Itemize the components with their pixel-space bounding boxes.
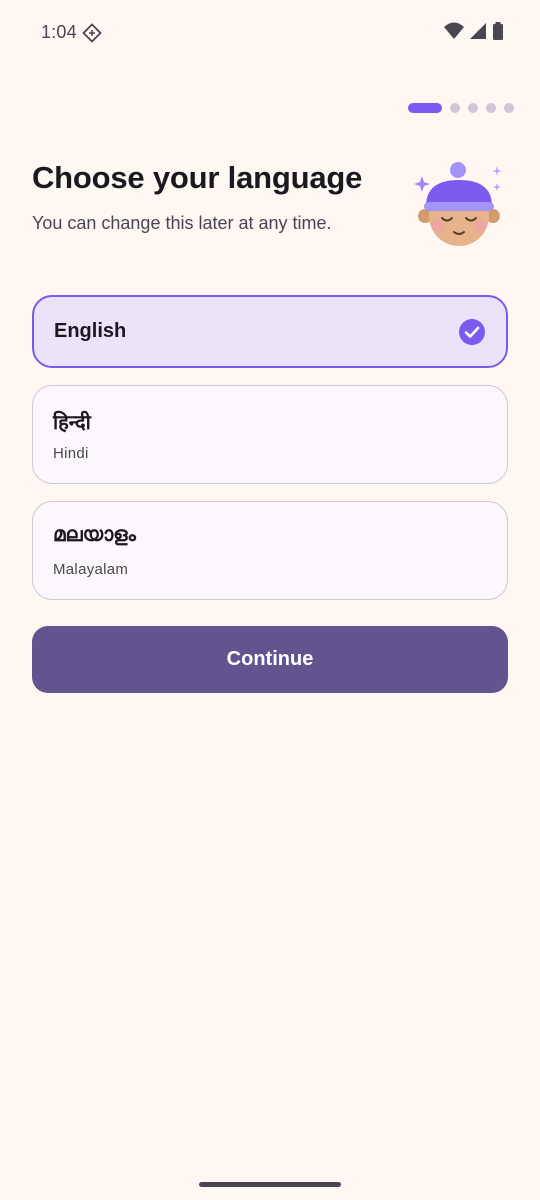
language-option-malayalam[interactable]: മലയാളം Malayalam [32,501,508,600]
progress-dot [468,103,478,113]
language-name: മലയാളം [53,524,136,546]
check-circle-icon [459,319,485,345]
wifi-icon [444,22,464,45]
home-indicator[interactable] [199,1182,341,1187]
language-subtitle: Hindi [53,445,89,462]
progress-dot [486,103,496,113]
page-title: Choose your language [32,160,363,195]
language-option-hindi[interactable]: हिन्दी Hindi [32,385,508,484]
continue-button[interactable]: Continue [32,626,508,693]
page-subtitle: You can change this later at any time. [32,213,332,233]
status-time: 1:04 [41,22,77,42]
language-subtitle: Malayalam [53,561,129,578]
onboarding-progress [408,103,514,113]
language-option-english[interactable]: English [32,295,508,368]
battery-icon [492,22,504,45]
progress-dot [450,103,460,113]
meditating-avatar-illustration [410,156,506,257]
language-name: हिन्दी [53,412,91,434]
progress-dot-active [408,103,442,113]
progress-dot [504,103,514,113]
language-options: English हिन्दी Hindi മലയാളം Malayalam [32,295,508,617]
status-bar: 1:04 [0,0,540,64]
language-name: English [54,320,127,342]
link-badge-icon [82,23,102,48]
signal-icon [470,22,486,45]
